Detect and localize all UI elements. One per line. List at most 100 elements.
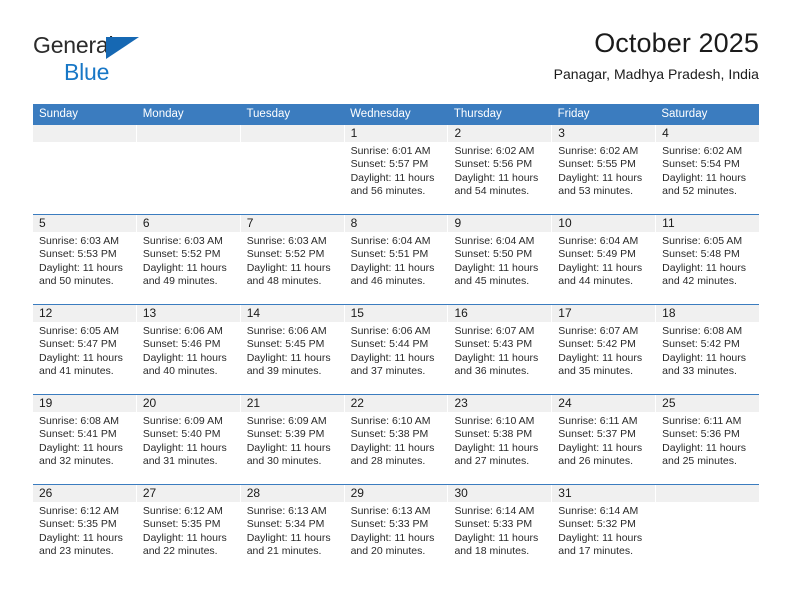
- day-info: Sunrise: 6:10 AM Sunset: 5:38 PM Daylight:…: [448, 412, 551, 469]
- sunset-text: Sunset: 5:40 PM: [142, 428, 221, 441]
- daylight-text-line2: and 26 minutes.: [558, 455, 634, 468]
- calendar-day-cell[interactable]: 8 Sunrise: 6:04 AM Sunset: 5:51 PM Daylight…: [344, 215, 448, 304]
- daylight-text-line1: Daylight: 11 hours: [246, 441, 331, 454]
- calendar-day-cell[interactable]: 9 Sunrise: 6:04 AM Sunset: 5:50 PM Daylight…: [448, 215, 552, 304]
- weekday-header-sunday: Sunday: [39, 108, 79, 120]
- sunset-text: Sunset: 5:44 PM: [350, 338, 429, 351]
- sunrise-text: Sunrise: 6:04 AM: [454, 235, 535, 247]
- weekday-header-monday: Monday: [142, 108, 184, 120]
- day-number: 29: [344, 485, 448, 502]
- calendar-day-cell[interactable]: 15 Sunrise: 6:06 AM Sunset: 5:44 PM Dayligh…: [344, 305, 448, 394]
- daylight-text-line2: and 20 minutes.: [350, 545, 426, 558]
- calendar-day-cell[interactable]: 6 Sunrise: 6:03 AM Sunset: 5:52 PM Daylight…: [136, 215, 240, 304]
- sunrise-text: Sunrise: 6:14 AM: [558, 505, 639, 517]
- sunset-text: Sunset: 5:50 PM: [454, 248, 533, 261]
- calendar-day-cell[interactable]: 22 Sunrise: 6:10 AM Sunset: 5:38 PM Dayligh…: [344, 395, 448, 484]
- calendar-day-cell[interactable]: 10 Sunrise: 6:04 AM Sunset: 5:49 PM Dayligh…: [552, 215, 656, 304]
- daylight-text-line1: Daylight: 11 hours: [350, 531, 435, 544]
- daylight-text-line1: Daylight: 11 hours: [39, 261, 123, 274]
- calendar-week-row: 5 Sunrise: 6:03 AM Sunset: 5:53 PM Daylight…: [33, 214, 760, 304]
- day-number: 7: [240, 215, 344, 232]
- daylight-text-line1: Daylight: 11 hours: [558, 441, 643, 454]
- sunset-text: Sunset: 5:38 PM: [454, 428, 533, 441]
- day-number: 26: [33, 485, 136, 502]
- calendar-day-cell[interactable]: 7 Sunrise: 6:03 AM Sunset: 5:52 PM Daylight…: [240, 215, 344, 304]
- sunset-text: Sunset: 5:33 PM: [454, 518, 533, 531]
- calendar-day-cell[interactable]: 12 Sunrise: 6:05 AM Sunset: 5:47 PM Dayligh…: [33, 305, 136, 394]
- sunrise-text: Sunrise: 6:04 AM: [350, 235, 431, 247]
- calendar-day-cell[interactable]: 30 Sunrise: 6:14 AM Sunset: 5:33 PM Dayligh…: [448, 485, 552, 574]
- daylight-text-line2: and 21 minutes.: [246, 545, 322, 558]
- day-number: 1: [344, 125, 448, 142]
- sunrise-text: Sunrise: 6:02 AM: [558, 145, 639, 157]
- calendar-day-cell[interactable]: 17 Sunrise: 6:07 AM Sunset: 5:42 PM Dayligh…: [552, 305, 656, 394]
- calendar-day-cell[interactable]: 27 Sunrise: 6:12 AM Sunset: 5:35 PM Dayligh…: [136, 485, 240, 574]
- calendar-day-cell[interactable]: 4 Sunrise: 6:02 AM Sunset: 5:54 PM Daylight…: [656, 125, 760, 214]
- calendar-day-cell[interactable]: 20 Sunrise: 6:09 AM Sunset: 5:40 PM Dayligh…: [136, 395, 240, 484]
- sunset-text: Sunset: 5:33 PM: [350, 518, 429, 531]
- daylight-text-line2: and 23 minutes.: [39, 545, 114, 558]
- day-number: 31: [552, 485, 656, 502]
- sunrise-text: Sunrise: 6:03 AM: [142, 235, 223, 247]
- sunset-text: Sunset: 5:41 PM: [39, 428, 117, 441]
- daylight-text-line1: Daylight: 11 hours: [558, 171, 643, 184]
- daylight-text-line1: Daylight: 11 hours: [558, 531, 643, 544]
- daylight-text-line2: and 17 minutes.: [558, 545, 634, 558]
- sunset-text: Sunset: 5:35 PM: [142, 518, 221, 531]
- sunset-text: Sunset: 5:42 PM: [662, 338, 740, 351]
- sunrise-text: Sunrise: 6:13 AM: [350, 505, 431, 517]
- calendar-day-cell[interactable]: 25 Sunrise: 6:11 AM Sunset: 5:36 PM Dayligh…: [656, 395, 760, 484]
- calendar-day-cell[interactable]: 21 Sunrise: 6:09 AM Sunset: 5:39 PM Dayligh…: [240, 395, 344, 484]
- day-number: 11: [656, 215, 760, 232]
- calendar-day-cell[interactable]: 28 Sunrise: 6:13 AM Sunset: 5:34 PM Dayligh…: [240, 485, 344, 574]
- day-info: Sunrise: 6:06 AM Sunset: 5:46 PM Daylight:…: [137, 322, 240, 379]
- sunrise-text: Sunrise: 6:07 AM: [558, 325, 639, 337]
- calendar-day-cell[interactable]: 2 Sunrise: 6:02 AM Sunset: 5:56 PM Daylight…: [448, 125, 552, 214]
- daylight-text-line1: Daylight: 11 hours: [350, 351, 435, 364]
- sunset-text: Sunset: 5:53 PM: [39, 248, 117, 261]
- calendar-day-cell[interactable]: 31 Sunrise: 6:14 AM Sunset: 5:32 PM Dayligh…: [552, 485, 656, 574]
- calendar-week-row: 12 Sunrise: 6:05 AM Sunset: 5:47 PM Dayligh…: [33, 304, 760, 394]
- calendar-day-cell[interactable]: 26 Sunrise: 6:12 AM Sunset: 5:35 PM Dayligh…: [33, 485, 136, 574]
- weekday-header-saturday: Saturday: [661, 108, 708, 120]
- day-info: Sunrise: 6:03 AM Sunset: 5:52 PM Daylight:…: [241, 232, 344, 289]
- calendar-day-cell[interactable]: 19 Sunrise: 6:08 AM Sunset: 5:41 PM Dayligh…: [33, 395, 136, 484]
- sunrise-text: Sunrise: 6:06 AM: [246, 325, 327, 337]
- day-number: 4: [656, 125, 760, 142]
- sunset-text: Sunset: 5:39 PM: [246, 428, 325, 441]
- sunset-text: Sunset: 5:38 PM: [350, 428, 429, 441]
- sunrise-text: Sunrise: 6:08 AM: [39, 415, 119, 427]
- sunrise-text: Sunrise: 6:13 AM: [246, 505, 327, 517]
- sunrise-text: Sunrise: 6:12 AM: [39, 505, 119, 517]
- day-number: 16: [448, 305, 552, 322]
- calendar-page: General Blue October 2025 Panagar, Madhy…: [0, 0, 792, 612]
- calendar-day-cell[interactable]: 1 Sunrise: 6:01 AM Sunset: 5:57 PM Daylight…: [344, 125, 448, 214]
- sunset-text: Sunset: 5:34 PM: [246, 518, 325, 531]
- calendar-day-cell[interactable]: 16 Sunrise: 6:07 AM Sunset: 5:43 PM Dayligh…: [448, 305, 552, 394]
- calendar-day-cell[interactable]: 24 Sunrise: 6:11 AM Sunset: 5:37 PM Dayligh…: [552, 395, 656, 484]
- sunrise-text: Sunrise: 6:04 AM: [558, 235, 639, 247]
- day-info: Sunrise: 6:12 AM Sunset: 5:35 PM Daylight:…: [33, 502, 136, 559]
- calendar-day-cell[interactable]: 13 Sunrise: 6:06 AM Sunset: 5:46 PM Dayligh…: [136, 305, 240, 394]
- calendar-grid: Sunday Monday Tuesday Wednesday Thursday Frid…: [33, 104, 760, 574]
- calendar-day-cell[interactable]: 14 Sunrise: 6:06 AM Sunset: 5:45 PM Dayligh…: [240, 305, 344, 394]
- day-number: 30: [448, 485, 552, 502]
- daylight-text-line1: Daylight: 11 hours: [142, 351, 227, 364]
- sunrise-text: Sunrise: 6:01 AM: [350, 145, 431, 157]
- calendar-day-cell-empty: [656, 485, 760, 574]
- sunset-text: Sunset: 5:52 PM: [246, 248, 325, 261]
- day-number: 17: [552, 305, 656, 322]
- daylight-text-line1: Daylight: 11 hours: [350, 261, 435, 274]
- calendar-day-cell[interactable]: 11 Sunrise: 6:05 AM Sunset: 5:48 PM Dayligh…: [656, 215, 760, 304]
- sunset-text: Sunset: 5:54 PM: [662, 158, 740, 171]
- calendar-day-cell[interactable]: 18 Sunrise: 6:08 AM Sunset: 5:42 PM Dayligh…: [656, 305, 760, 394]
- day-info: Sunrise: 6:06 AM Sunset: 5:44 PM Daylight:…: [345, 322, 448, 379]
- day-info: Sunrise: 6:08 AM Sunset: 5:42 PM Daylight:…: [656, 322, 759, 379]
- calendar-day-cell[interactable]: 5 Sunrise: 6:03 AM Sunset: 5:53 PM Daylight…: [33, 215, 136, 304]
- calendar-day-cell[interactable]: 3 Sunrise: 6:02 AM Sunset: 5:55 PM Daylight…: [552, 125, 656, 214]
- calendar-day-cell[interactable]: 23 Sunrise: 6:10 AM Sunset: 5:38 PM Dayligh…: [448, 395, 552, 484]
- calendar-day-cell[interactable]: 29 Sunrise: 6:13 AM Sunset: 5:33 PM Dayligh…: [344, 485, 448, 574]
- daylight-text-line1: Daylight: 11 hours: [246, 351, 331, 364]
- daylight-text-line1: Daylight: 11 hours: [39, 351, 123, 364]
- day-info: Sunrise: 6:11 AM Sunset: 5:37 PM Daylight:…: [552, 412, 655, 469]
